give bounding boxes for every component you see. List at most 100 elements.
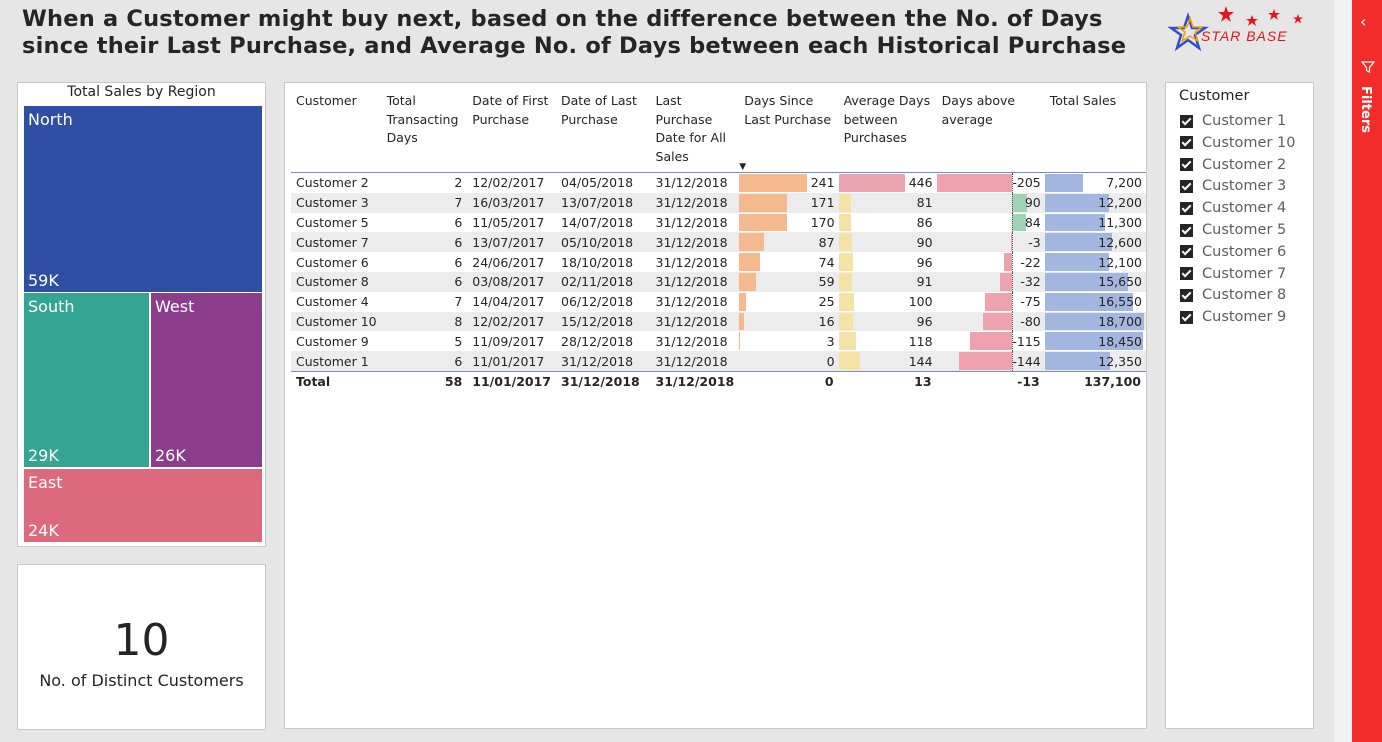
filters-label: Filters: [1358, 86, 1373, 133]
cell-transacting-days: 7: [381, 192, 468, 213]
treemap-tile-north[interactable]: North 59K: [24, 106, 262, 292]
table-row[interactable]: Customer 2 2 12/02/2017 04/05/2018 31/12/201…: [291, 171, 1146, 193]
checkbox-checked-icon[interactable]: [1180, 223, 1193, 237]
slicer-item[interactable]: Customer 9: [1180, 306, 1286, 328]
table-row[interactable]: Customer 10 8 12/02/2017 15/12/2018 31/12/20…: [291, 311, 1146, 332]
chevron-left-icon[interactable]: ‹: [1360, 12, 1366, 31]
table-row[interactable]: Customer 5 6 11/05/2017 14/07/2018 31/12/201…: [291, 212, 1146, 233]
cell-total-sales: 16,550: [1044, 292, 1146, 312]
cell-total-sales: 18,700: [1044, 311, 1146, 332]
slicer-item[interactable]: Customer 7: [1180, 263, 1286, 285]
treemap-tile-west[interactable]: West 26K: [151, 293, 262, 467]
total-days: 58: [381, 370, 468, 392]
cell-first-purchase: 16/03/2017: [467, 192, 556, 213]
customer-table: Customer Total Transacting Days Date of …: [291, 89, 1146, 392]
report-canvas: When a Customer might buy next, based on…: [0, 0, 1334, 742]
slicer-item-label: Customer 4: [1202, 200, 1287, 217]
cell-average-days-value: 118: [908, 333, 933, 349]
column-header-average-days[interactable]: Average Days between Purchases: [839, 89, 937, 173]
slicer-item[interactable]: Customer 4: [1180, 197, 1286, 219]
checkbox-checked-icon[interactable]: [1180, 310, 1193, 324]
cell-average-days: 81: [838, 192, 937, 213]
slicer-item-label: Customer 10: [1202, 134, 1296, 151]
checkbox-checked-icon[interactable]: [1180, 136, 1193, 150]
treemap-tile-east[interactable]: East 24K: [24, 469, 262, 542]
checkbox-checked-icon[interactable]: [1180, 201, 1193, 215]
cell-days-since-last: 170: [739, 213, 838, 233]
filters-pane[interactable]: ‹ Filters: [1352, 0, 1382, 742]
slicer-item[interactable]: Customer 1: [1180, 110, 1286, 132]
checkbox-checked-icon[interactable]: [1180, 179, 1193, 193]
cell-total-sales-value: 11,300: [1098, 214, 1142, 230]
cell-customer: Customer 4: [296, 294, 369, 310]
cell-transacting-days: 6: [381, 351, 468, 372]
tile-value: 24K: [28, 521, 59, 540]
cell-transacting-days: 7: [454, 294, 463, 310]
kpi-label: No. of Distinct Customers: [39, 671, 244, 690]
column-header-date-last-purchase[interactable]: Date of Last Purchase: [556, 89, 651, 173]
funnel-icon: [1361, 61, 1375, 73]
cell-days-since-last-value: 3: [826, 333, 835, 349]
zero-axis-line: [1012, 212, 1014, 233]
cell-days-above-average: -75: [937, 291, 1045, 312]
slicer-item[interactable]: Customer 5: [1180, 219, 1286, 241]
zero-axis-line: [1012, 192, 1014, 213]
total-first: 11/01/2017: [467, 370, 556, 392]
cell-days-since-last: 74: [739, 252, 838, 272]
cell-total-sales-value: 12,350: [1098, 353, 1142, 369]
zero-axis-line: [1012, 331, 1014, 352]
checkbox-checked-icon[interactable]: [1180, 288, 1193, 302]
column-header-days-since-last-purchase[interactable]: Days Since Last Purchase ▼: [739, 89, 838, 173]
column-header-customer[interactable]: Customer: [291, 89, 382, 173]
cell-customer: Customer 5: [296, 214, 369, 230]
cell-average-days-value: 96: [916, 313, 933, 329]
table-row[interactable]: Customer 4 7 14/04/2017 06/12/2018 31/12/201…: [291, 291, 1146, 312]
zero-axis-line: [1012, 311, 1014, 332]
cell-days-since-last-value: 74: [818, 254, 835, 270]
cell-customer: Customer 7: [291, 232, 382, 253]
table-row[interactable]: Customer 1 6 11/01/2017 31/12/2018 31/12/201…: [291, 351, 1146, 372]
slicer-item[interactable]: Customer 3: [1180, 175, 1286, 197]
report-scrollbar[interactable]: [1334, 0, 1352, 742]
slicer-item[interactable]: Customer 2: [1180, 154, 1286, 176]
cell-average-days: 144: [838, 351, 937, 372]
table-row[interactable]: Customer 6 6 24/06/2017 18/10/2018 31/12/201…: [291, 252, 1146, 272]
cell-average-days-value: 446: [908, 175, 933, 191]
slicer-item[interactable]: Customer 6: [1180, 241, 1286, 263]
checkbox-checked-icon[interactable]: [1180, 267, 1193, 281]
customer-table-card: Customer Total Transacting Days Date of …: [284, 82, 1147, 729]
checkbox-checked-icon[interactable]: [1180, 245, 1193, 259]
treemap-card: Total Sales by Region North 59K South 29…: [17, 82, 266, 547]
cell-days-above-average: 90: [936, 192, 1045, 213]
cell-days-since-last-value: 59: [818, 274, 835, 290]
table-row[interactable]: Customer 9 5 11/09/2017 28/12/2018 31/12/201…: [291, 331, 1146, 352]
zero-axis-line: [1012, 232, 1014, 253]
column-header-total-sales[interactable]: Total Sales: [1045, 89, 1146, 173]
cell-average-days: 100: [838, 292, 937, 312]
cell-days-above-average: 84: [937, 212, 1045, 233]
cell-days-above-average-value: 84: [1024, 214, 1041, 230]
cell-total-sales-value: 18,450: [1098, 333, 1142, 349]
table-row[interactable]: Customer 7 6 13/07/2017 05/10/2018 31/12/201…: [291, 232, 1146, 253]
cell-days-since-last-value: 16: [818, 313, 835, 329]
slicer-item-label: Customer 1: [1202, 113, 1287, 129]
slicer-item[interactable]: Customer 10: [1180, 132, 1296, 154]
column-header-total-transacting-days[interactable]: Total Transacting Days: [382, 89, 468, 173]
treemap-tile-south[interactable]: South 29K: [24, 293, 149, 467]
cell-days-since-last: 16: [739, 311, 839, 332]
slicer-item-label: Customer 5: [1202, 222, 1287, 238]
cell-total-sales: 18,450: [1044, 331, 1146, 351]
cell-total-sales-value: 16,550: [1098, 294, 1142, 310]
cell-first-purchase: 12/02/2017: [467, 311, 556, 332]
column-header-last-purchase-all-sales[interactable]: Last Purchase Date for All Sales: [651, 89, 740, 173]
column-header-days-above-average[interactable]: Days above average: [937, 89, 1045, 173]
cell-last-purchase: 14/07/2018: [561, 214, 634, 230]
column-header-date-first-purchase[interactable]: Date of First Purchase: [467, 89, 556, 173]
table-row[interactable]: Customer 8 6 03/08/2017 02/11/2018 31/12/201…: [291, 271, 1146, 292]
cell-transacting-days: 6: [381, 271, 468, 292]
slicer-item[interactable]: Customer 8: [1180, 284, 1286, 306]
cell-last-purchase: 02/11/2018: [556, 271, 651, 292]
checkbox-checked-icon[interactable]: [1180, 158, 1193, 172]
checkbox-checked-icon[interactable]: [1180, 114, 1193, 128]
table-row[interactable]: Customer 3 7 16/03/2017 13/07/2018 31/12/201…: [291, 192, 1146, 213]
